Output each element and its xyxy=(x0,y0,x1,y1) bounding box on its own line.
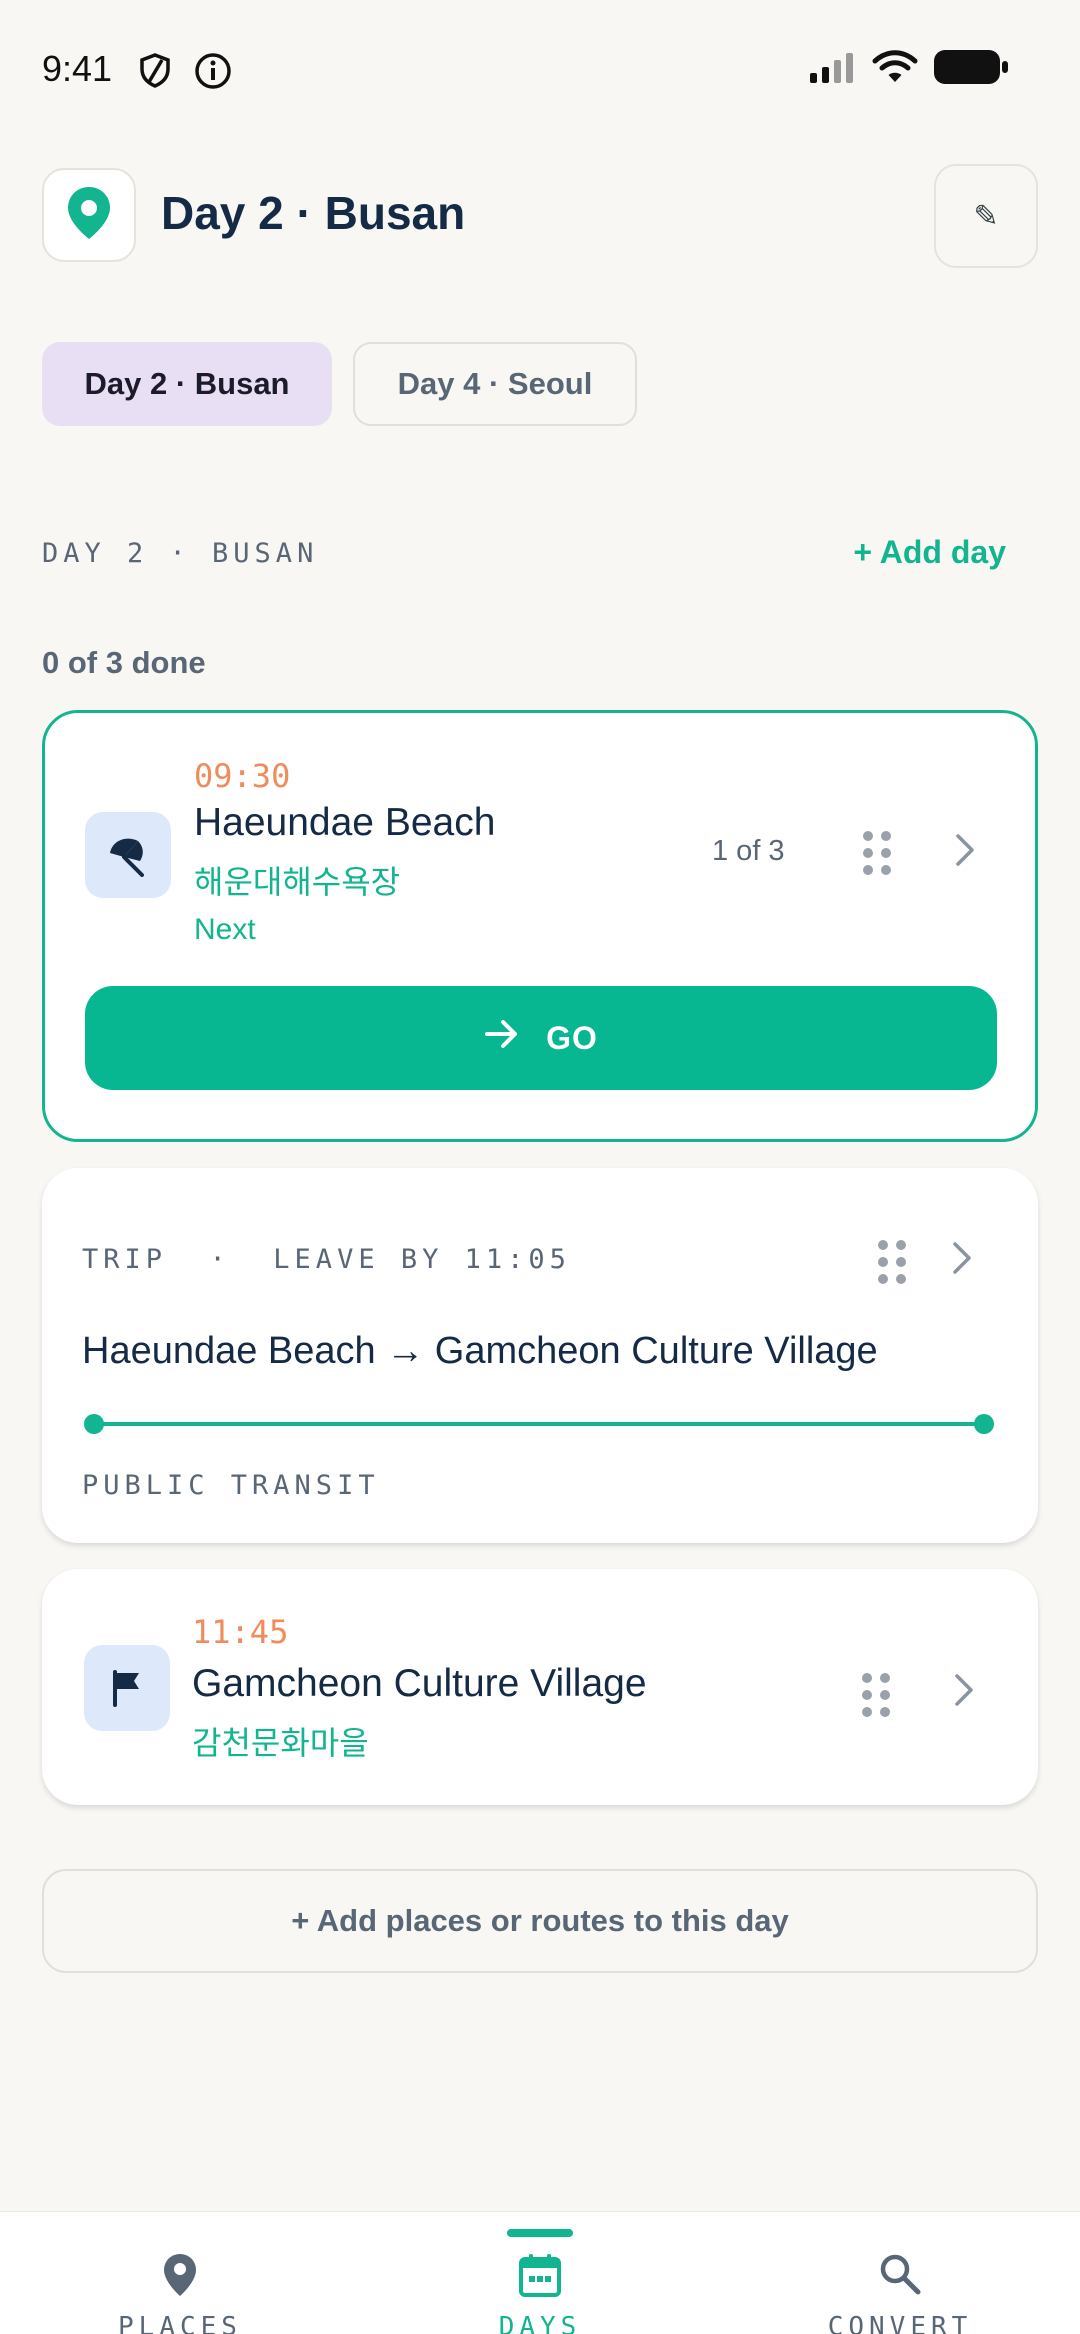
trip-card[interactable]: TRIP · LEAVE BY 11:05 Haeundae Beach → G… xyxy=(42,1168,1038,1543)
trip-header: TRIP · LEAVE BY 11:05 xyxy=(82,1244,571,1275)
add-day-button[interactable]: + Add day xyxy=(853,534,1006,571)
current-stop-card[interactable]: 09:30 Haeundae Beach 해운대해수욕장 Next 1 of 3… xyxy=(42,710,1038,1142)
status-indicators xyxy=(810,50,1008,89)
edit-button[interactable]: ✎ xyxy=(934,164,1038,268)
add-places-button[interactable]: + Add places or routes to this day xyxy=(42,1869,1038,1973)
stop-status: Next xyxy=(194,913,256,946)
active-tab-indicator xyxy=(507,2229,573,2237)
progress-summary: 0 of 3 done xyxy=(42,645,206,680)
bottom-nav: PLACES DAYS CONVERT xyxy=(0,2211,1080,2334)
nav-label: DAYS xyxy=(498,2312,582,2334)
nav-item-places[interactable]: PLACES xyxy=(0,2212,360,2334)
nav-item-days[interactable]: DAYS xyxy=(360,2212,720,2334)
drag-handle-icon[interactable] xyxy=(863,831,891,875)
map-pin-icon xyxy=(162,2252,198,2303)
wifi-icon xyxy=(872,50,918,89)
stop-name: Gamcheon Culture Village xyxy=(192,1662,647,1705)
search-icon xyxy=(878,2252,922,2301)
calendar-icon xyxy=(518,2252,562,2303)
trip-route: Haeundae Beach → Gamcheon Culture Villag… xyxy=(82,1330,878,1372)
beach-umbrella-icon xyxy=(85,812,171,898)
location-pin-icon xyxy=(65,185,113,246)
trip-end-dot xyxy=(974,1414,994,1434)
day-tab-busan[interactable]: Day 2 · Busan xyxy=(42,342,332,426)
trip-mode: PUBLIC TRANSIT xyxy=(82,1470,380,1501)
chevron-right-icon[interactable] xyxy=(954,1673,974,1712)
trip-start-dot xyxy=(84,1414,104,1434)
app-logo xyxy=(42,168,136,262)
pencil-icon: ✎ xyxy=(973,199,999,233)
chevron-right-icon[interactable] xyxy=(952,1241,972,1280)
chevron-right-icon[interactable] xyxy=(955,833,975,872)
stop-time: 11:45 xyxy=(192,1613,289,1651)
status-time: 9:41 xyxy=(42,48,113,89)
stop-order: 1 of 3 xyxy=(712,835,785,867)
nav-label: CONVERT xyxy=(827,2312,973,2334)
drag-handle-icon[interactable] xyxy=(862,1673,890,1717)
page-title: Day 2 · Busan xyxy=(161,187,466,239)
day-tab-seoul[interactable]: Day 4 · Seoul xyxy=(353,342,637,426)
status-bar: 9:41 xyxy=(0,0,1080,120)
arrow-right-icon xyxy=(484,1018,520,1058)
stop-name: Haeundae Beach xyxy=(194,801,496,844)
go-button[interactable]: GO xyxy=(85,986,997,1090)
section-label: DAY 2 · BUSAN xyxy=(42,538,319,569)
stop-native-name: 해운대해수욕장 xyxy=(194,864,401,900)
stop-native-name: 감천문화마을 xyxy=(192,1725,369,1761)
stop-time: 09:30 xyxy=(194,757,291,795)
go-button-label: GO xyxy=(546,1019,598,1056)
info-icon xyxy=(194,52,232,95)
trip-route-line xyxy=(92,1422,984,1426)
nav-item-convert[interactable]: CONVERT xyxy=(720,2212,1080,2334)
stop-card[interactable]: 11:45 Gamcheon Culture Village 감천문화마을 xyxy=(42,1569,1038,1805)
battery-icon xyxy=(934,50,1008,89)
cellular-signal-icon xyxy=(810,51,856,88)
nav-label: PLACES xyxy=(118,2312,242,2334)
drag-handle-icon[interactable] xyxy=(878,1240,906,1284)
flag-icon xyxy=(84,1645,170,1731)
shield-icon xyxy=(138,52,172,93)
